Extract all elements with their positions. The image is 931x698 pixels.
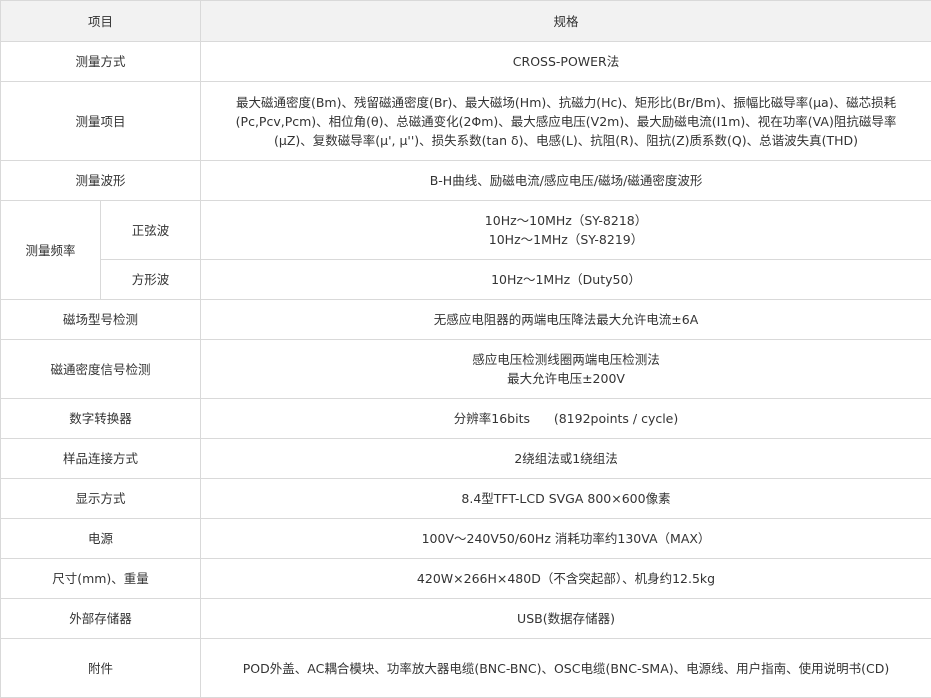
table-row: 磁场型号检测 无感应电阻器的两端电压降法最大允许电流±6A <box>0 299 931 340</box>
row-value: CROSS-POWER法 <box>200 41 931 82</box>
row-value: 100V～240V50/60Hz 消耗功率约130VA（MAX） <box>200 518 931 559</box>
table-row: 外部存储器 USB(数据存储器) <box>0 598 931 639</box>
row-value: USB(数据存储器) <box>200 598 931 639</box>
row-value: 分辨率16bits (8192points / cycle) <box>200 398 931 439</box>
table-header-row: 项目 规格 <box>0 0 931 42</box>
row-label: 测量方式 <box>0 41 202 82</box>
table-row: 电源 100V～240V50/60Hz 消耗功率约130VA（MAX） <box>0 518 931 559</box>
table-row: 尺寸(mm)、重量 420W×266H×480D（不含突起部）、机身约12.5k… <box>0 558 931 599</box>
row-label: 电源 <box>0 518 202 559</box>
row-value: 10Hz～1MHz（Duty50） <box>200 259 931 300</box>
header-spec: 规格 <box>200 0 931 42</box>
header-item: 项目 <box>0 0 202 42</box>
row-label: 显示方式 <box>0 478 202 519</box>
row-value: POD外盖、AC耦合模块、功率放大器电缆(BNC-BNC)、OSC电缆(BNC-… <box>200 638 931 698</box>
table-row: 测量方式 CROSS-POWER法 <box>0 41 931 82</box>
row-value: 2绕组法或1绕组法 <box>200 438 931 479</box>
row-label: 尺寸(mm)、重量 <box>0 558 202 599</box>
row-value: 10Hz～10MHz（SY-8218） 10Hz～1MHz（SY-8219） <box>200 200 931 260</box>
table-row: 测量项目 最大磁通密度(Bm)、残留磁通密度(Br)、最大磁场(Hm)、抗磁力(… <box>0 81 931 161</box>
table-row: 数字转换器 分辨率16bits (8192points / cycle) <box>0 398 931 439</box>
row-label: 数字转换器 <box>0 398 202 439</box>
row-value: 8.4型TFT-LCD SVGA 800×600像素 <box>200 478 931 519</box>
row-label: 磁通密度信号检测 <box>0 339 202 399</box>
value-line: 感应电压检测线圈两端电压检测法 <box>472 352 660 367</box>
table-row: 附件 POD外盖、AC耦合模块、功率放大器电缆(BNC-BNC)、OSC电缆(B… <box>0 638 931 698</box>
value-line: (Pc,Pcv,Pcm)、相位角(θ)、总磁通变化(2Φm)、最大感应电压(V2… <box>235 113 897 129</box>
row-label: 外部存储器 <box>0 598 202 639</box>
table-row: 测量波形 B-H曲线、励磁电流/感应电压/磁场/磁通密度波形 <box>0 160 931 201</box>
table-row: 显示方式 8.4型TFT-LCD SVGA 800×600像素 <box>0 478 931 519</box>
row-sublabel: 正弦波 <box>99 200 202 260</box>
row-sublabel: 方形波 <box>99 259 202 300</box>
value-line: 10Hz～1MHz（SY-8219） <box>488 232 644 247</box>
row-label: 测量频率 <box>0 200 101 300</box>
row-label: 样品连接方式 <box>0 438 202 479</box>
spec-table: 项目 规格 测量方式 CROSS-POWER法 测量项目 最大磁通密度(Bm)、… <box>0 0 931 698</box>
value-line: 10Hz～10MHz（SY-8218） <box>484 213 648 228</box>
value-line: 最大允许电压±200V <box>507 371 625 386</box>
row-label: 附件 <box>0 638 202 698</box>
row-value: 最大磁通密度(Bm)、残留磁通密度(Br)、最大磁场(Hm)、抗磁力(Hc)、矩… <box>200 81 931 161</box>
row-value: B-H曲线、励磁电流/感应电压/磁场/磁通密度波形 <box>200 160 931 201</box>
table-row: 样品连接方式 2绕组法或1绕组法 <box>0 438 931 479</box>
row-value: 感应电压检测线圈两端电压检测法 最大允许电压±200V <box>200 339 931 399</box>
row-value: 420W×266H×480D（不含突起部）、机身约12.5kg <box>200 558 931 599</box>
row-value: 无感应电阻器的两端电压降法最大允许电流±6A <box>200 299 931 340</box>
table-row: 磁通密度信号检测 感应电压检测线圈两端电压检测法 最大允许电压±200V <box>0 339 931 399</box>
value-line: (μZ)、复数磁导率(μ', μ'')、损失系数(tan δ)、电感(L)、抗阻… <box>274 132 859 148</box>
row-label: 测量项目 <box>0 81 202 161</box>
table-row: 测量频率 正弦波 10Hz～10MHz（SY-8218） 10Hz～1MHz（S… <box>0 200 931 300</box>
row-label: 测量波形 <box>0 160 202 201</box>
table-row: 方形波 10Hz～1MHz（Duty50） <box>1 259 931 300</box>
value-line: 最大磁通密度(Bm)、残留磁通密度(Br)、最大磁场(Hm)、抗磁力(Hc)、矩… <box>235 94 897 110</box>
row-label: 磁场型号检测 <box>0 299 202 340</box>
